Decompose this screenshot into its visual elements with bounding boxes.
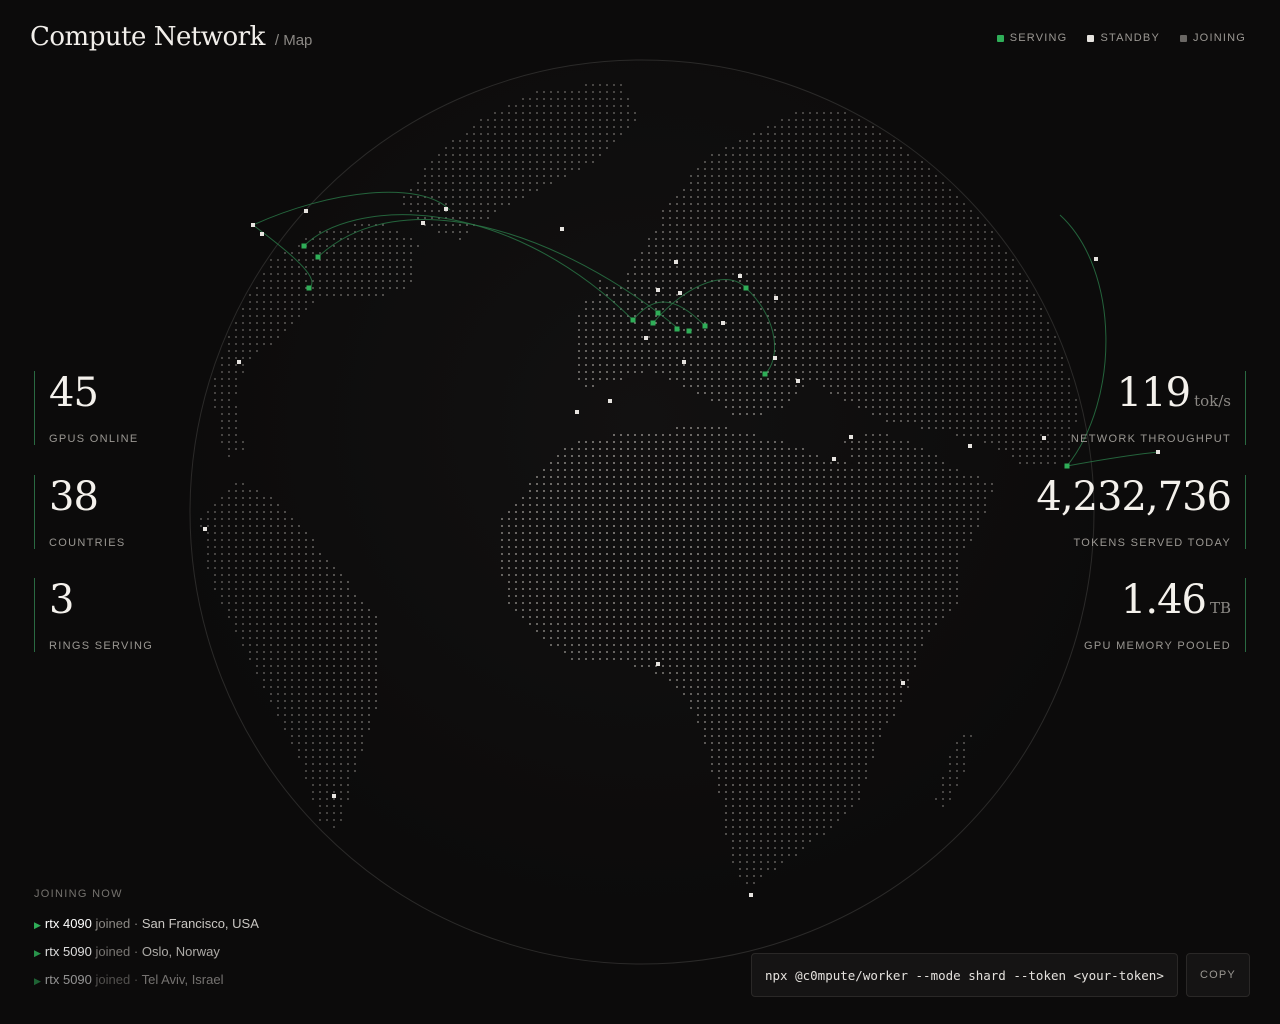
serving-swatch-icon <box>996 34 1004 42</box>
legend-joining: JOINING <box>1179 32 1246 44</box>
standby-node[interactable] <box>774 296 778 300</box>
join-row: ▶ rtx 4090 joined · San Francisco, USA <box>34 916 259 931</box>
standby-swatch-icon <box>1087 34 1095 42</box>
stat-countries: 38 COUNTRIES <box>34 475 209 549</box>
page-subtitle: / Map <box>274 32 313 49</box>
stat-rings-serving: 3 RINGS SERVING <box>34 578 209 652</box>
stat-label: GPU MEMORY POOLED <box>1084 640 1231 652</box>
copy-button[interactable]: COPY <box>1186 953 1250 997</box>
serving-node[interactable] <box>306 285 312 291</box>
standby-node[interactable] <box>260 232 264 236</box>
standby-node[interactable] <box>721 321 725 325</box>
join-verb: joined <box>95 972 131 987</box>
legend-standby: STANDBY <box>1087 32 1160 44</box>
serving-node[interactable] <box>650 320 656 326</box>
play-arrow-icon: ▶ <box>34 976 41 986</box>
stat-label: NETWORK THROUGHPUT <box>1070 433 1231 445</box>
serving-node[interactable] <box>630 317 636 323</box>
standby-node[interactable] <box>901 681 905 685</box>
serving-node[interactable] <box>686 328 692 334</box>
join-location: Tel Aviv, Israel <box>141 972 224 987</box>
stat-unit: tok/s <box>1194 392 1231 410</box>
serving-node[interactable] <box>315 254 321 260</box>
stat-network-throughput: 119 tok/s NETWORK THROUGHPUT <box>971 371 1246 445</box>
stat-label: RINGS SERVING <box>49 640 154 652</box>
stat-label: COUNTRIES <box>49 537 126 549</box>
join-gpu: rtx 5090 <box>44 944 92 959</box>
standby-node[interactable] <box>678 291 682 295</box>
stat-label: GPUS ONLINE <box>49 433 139 445</box>
joining-title: JOINING NOW <box>34 888 123 900</box>
stat-gpus-online: 45 GPUS ONLINE <box>34 371 209 445</box>
standby-node[interactable] <box>560 227 564 231</box>
standby-node[interactable] <box>421 221 425 225</box>
standby-node[interactable] <box>849 435 853 439</box>
standby-node[interactable] <box>1094 257 1098 261</box>
standby-node[interactable] <box>832 457 836 461</box>
standby-node[interactable] <box>444 207 448 211</box>
serving-node[interactable] <box>674 326 680 332</box>
join-row: ▶ rtx 5090 joined · Oslo, Norway <box>34 944 220 959</box>
stat-gpu-memory: 1.46 TB GPU MEMORY POOLED <box>971 578 1246 652</box>
serving-node[interactable] <box>762 371 768 377</box>
join-row: ▶ rtx 5090 joined · Tel Aviv, Israel <box>34 972 224 987</box>
standby-node[interactable] <box>796 379 800 383</box>
standby-node[interactable] <box>656 662 660 666</box>
legend-serving-label: SERVING <box>1009 32 1068 44</box>
serving-node[interactable] <box>301 243 307 249</box>
header: Compute Network / Map <box>30 22 312 52</box>
install-command[interactable]: npx @c0mpute/worker --mode shard --token… <box>751 953 1178 997</box>
legend-joining-label: JOINING <box>1192 32 1246 44</box>
standby-node[interactable] <box>251 223 255 227</box>
join-location: San Francisco, USA <box>141 916 259 931</box>
standby-node[interactable] <box>608 399 612 403</box>
join-gpu: rtx 4090 <box>44 916 92 931</box>
stat-value: 38 <box>49 474 99 520</box>
standby-node[interactable] <box>738 274 742 278</box>
status-legend: SERVING STANDBY JOINING <box>996 32 1246 44</box>
standby-node[interactable] <box>682 360 686 364</box>
page-title: Compute Network <box>30 22 265 52</box>
standby-node[interactable] <box>644 336 648 340</box>
join-verb: joined <box>95 916 131 931</box>
stat-value: 4,232,736 <box>1036 474 1232 520</box>
join-gpu: rtx 5090 <box>44 972 92 987</box>
standby-node[interactable] <box>656 288 660 292</box>
standby-node[interactable] <box>237 360 241 364</box>
standby-node[interactable] <box>304 209 308 213</box>
stat-unit: TB <box>1209 599 1231 617</box>
stat-label: TOKENS SERVED TODAY <box>1073 537 1231 549</box>
standby-node[interactable] <box>1156 450 1160 454</box>
serving-node[interactable] <box>1064 463 1070 469</box>
play-arrow-icon: ▶ <box>34 920 41 930</box>
stat-tokens-served: 4,232,736 TOKENS SERVED TODAY <box>971 475 1246 549</box>
join-location: Oslo, Norway <box>141 944 220 959</box>
serving-node[interactable] <box>702 323 708 329</box>
stat-value: 119 <box>1116 370 1191 416</box>
join-verb: joined <box>95 944 131 959</box>
standby-node[interactable] <box>332 794 336 798</box>
stat-value: 1.46 <box>1120 577 1207 623</box>
standby-node[interactable] <box>773 356 777 360</box>
serving-node[interactable] <box>743 285 749 291</box>
serving-node[interactable] <box>655 310 661 316</box>
stat-value: 45 <box>49 370 99 416</box>
standby-node[interactable] <box>674 260 678 264</box>
standby-node[interactable] <box>749 893 753 897</box>
joining-feed: JOINING NOW ▶ rtx 4090 joined · San Franc… <box>34 888 259 1000</box>
legend-serving: SERVING <box>996 32 1068 44</box>
joining-swatch-icon <box>1179 34 1187 42</box>
legend-standby-label: STANDBY <box>1100 32 1160 44</box>
play-arrow-icon: ▶ <box>34 948 41 958</box>
standby-node[interactable] <box>575 410 579 414</box>
stat-value: 3 <box>49 577 74 623</box>
